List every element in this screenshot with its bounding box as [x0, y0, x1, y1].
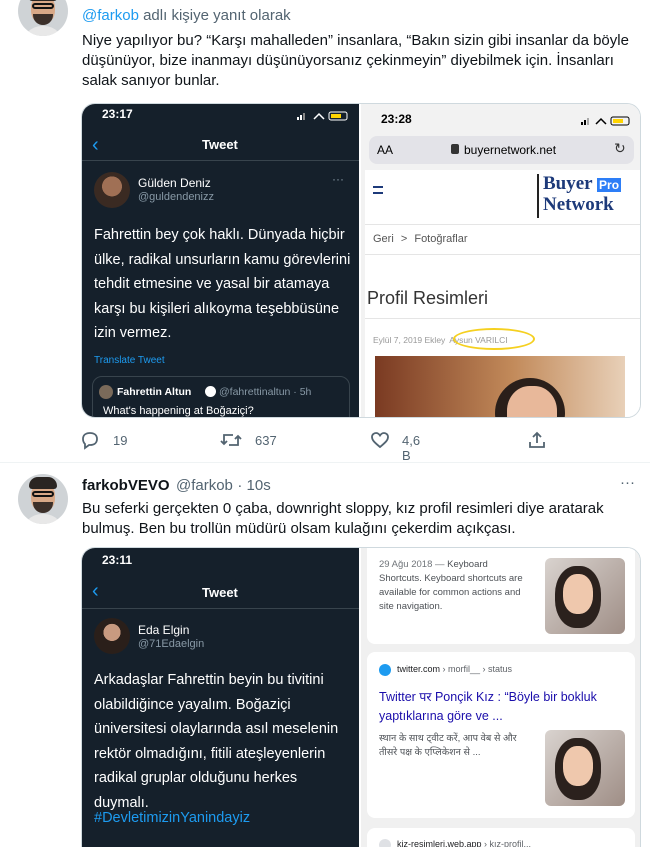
quote-text: What's happening at Boğaziçi?: [103, 405, 254, 417]
reply-context-text: adlı kişiye yanıt olarak: [143, 7, 291, 24]
verified-icon: [205, 386, 216, 397]
author-name: Eda Elgin: [138, 623, 190, 637]
breadcrumb: Geri > Fotoğraflar: [373, 233, 468, 245]
reply-mention-link[interactable]: @farkob: [82, 7, 139, 24]
author-avatar-icon: [94, 172, 130, 208]
more-options-icon[interactable]: ···: [620, 474, 635, 491]
breadcrumb-home[interactable]: Geri: [373, 233, 394, 245]
author-handle[interactable]: @farkob: [176, 477, 233, 494]
heart-icon: [371, 432, 389, 449]
screen-title: Tweet: [202, 585, 238, 600]
source-domain: kiz-resimleri.web.app: [397, 839, 482, 847]
status-time: 23:11: [102, 553, 133, 567]
quote-author-name: Fahrettin Altun: [117, 386, 192, 398]
result-source: kiz-resimleri.web.app › kız-profil...: [397, 839, 531, 847]
share-icon: [529, 431, 545, 448]
more-icon: ···: [332, 172, 344, 186]
reply-context: @farkob adlı kişiye yanıt olarak: [82, 7, 291, 24]
status-time: 23:28: [381, 112, 412, 126]
page-heading: Profil Resimleri: [367, 288, 489, 308]
avatar-farkob[interactable]: [18, 0, 68, 36]
like-count: 4,6 B: [402, 433, 421, 463]
status-icons: [581, 113, 633, 131]
tweet-actions: 19 637 4,6 B: [80, 430, 560, 463]
media-image-right[interactable]: 29 Ağu 2018 — Keyboard Shortcuts. Keyboa…: [361, 548, 640, 847]
screen-title: Tweet: [202, 137, 238, 152]
reply-button[interactable]: 19: [80, 430, 127, 455]
search-result-card: kiz-resimleri.web.app › kız-profil...: [367, 828, 635, 847]
result-body: Shortcuts. Keyboard shortcuts are availa…: [379, 573, 523, 612]
site-favicon-icon: [379, 839, 391, 847]
hamburger-icon[interactable]: [373, 186, 383, 194]
twitter-favicon-icon: [379, 664, 391, 676]
media-image-left[interactable]: 23:17 ‹ Tweet Gülden Deniz @guldendenizz…: [82, 104, 359, 417]
retweet-count: 637: [255, 433, 277, 448]
site-logo[interactable]: Buyer Pro Network: [537, 174, 632, 218]
quote-avatar-icon: [99, 385, 113, 399]
retweet-icon: [220, 434, 242, 446]
reply-count: 19: [113, 433, 128, 448]
quote-author-handle: @fahrettinaltun · 5h: [219, 386, 312, 398]
address-bar[interactable]: AA buyernetwork.net ↻: [369, 136, 634, 164]
highlight-circle: [453, 328, 535, 350]
lock-icon: [451, 144, 459, 154]
tweet-media-grid[interactable]: 23:11 ‹ Tweet Eda Elgin @71Edaelgin Arka…: [81, 547, 641, 847]
search-result-card: 29 Ağu 2018 — Keyboard Shortcuts. Keyboa…: [367, 548, 635, 644]
author-name: Gülden Deniz: [138, 176, 211, 190]
logo-pro: Pro: [597, 178, 622, 192]
source-path: › kız-profil...: [484, 839, 532, 847]
result-thumbnail: [545, 730, 625, 806]
search-result-card: twitter.com › morfil__ › status Twitter …: [367, 652, 635, 818]
source-domain: twitter.com: [397, 664, 441, 674]
author-handle: @guldendenizz: [138, 191, 214, 203]
quoted-tweet: Fahrettin Altun @fahrettinaltun · 5h Wha…: [92, 376, 350, 417]
screenshot-tweet-text: Fahrettin bey çok haklı. Dünyada hiçbir …: [94, 227, 351, 341]
reply-icon: [82, 432, 98, 450]
tweet-media-grid[interactable]: 23:17 ‹ Tweet Gülden Deniz @guldendenizz…: [81, 103, 641, 418]
breadcrumb-page[interactable]: Fotoğraflar: [414, 233, 467, 245]
tweet-divider: [0, 462, 650, 463]
tweet-time[interactable]: · 10s: [237, 477, 270, 494]
author-avatar-icon: [94, 618, 130, 654]
result-date: 29 Ağu 2018 —: [379, 559, 445, 570]
result-title-link[interactable]: Twitter पर Ponçik Kız : “Böyle bir boklu…: [379, 688, 629, 726]
translate-link: Translate Tweet: [94, 355, 165, 366]
result-thumbnail: [545, 558, 625, 634]
tweet-text: Niye yapılıyor bu? “Karşı mahalleden” in…: [82, 32, 629, 89]
text-size-button[interactable]: AA: [377, 143, 393, 157]
back-icon[interactable]: ‹: [92, 134, 99, 157]
media-image-right[interactable]: 23:28 AA buyernetwork.net ↻ Buyer Pro Ne…: [361, 104, 640, 417]
tweet-text: Bu seferki gerçekten 0 çaba, downright s…: [82, 500, 604, 537]
back-icon[interactable]: ‹: [92, 580, 99, 603]
author-name[interactable]: farkobVEVO: [82, 477, 170, 494]
tweet-header: farkobVEVO @farkob · 10s: [82, 477, 271, 495]
avatar-farkobvevo[interactable]: [18, 474, 68, 524]
url-text: buyernetwork.net: [464, 143, 557, 157]
status-icons: [297, 108, 352, 126]
profile-photo: [375, 356, 625, 417]
media-image-left[interactable]: 23:11 ‹ Tweet Eda Elgin @71Edaelgin Arka…: [82, 548, 359, 847]
post-date: Eylül 7, 2019 Ekley: [373, 335, 446, 345]
source-path: › morfil__ › status: [442, 664, 513, 674]
result-snippet: स्थान के साथ ट्वीट करें, आप वेब से और ती…: [379, 733, 517, 758]
logo-word-1: Buyer: [543, 173, 593, 194]
share-button[interactable]: [527, 430, 547, 455]
result-heading: Keyboard: [447, 559, 488, 570]
logo-word-2: Network: [543, 194, 614, 215]
author-handle: @71Edaelgin: [138, 638, 205, 650]
status-time: 23:17: [102, 107, 133, 121]
retweet-button[interactable]: 637: [220, 430, 277, 455]
site-page: Buyer Pro Network Geri > Fotoğraflar Pro…: [365, 170, 640, 417]
result-source: twitter.com › morfil__ › status: [397, 664, 512, 674]
screenshot-tweet-text: Arkadaşlar Fahrettin beyin bu tivitini o…: [94, 672, 339, 811]
reload-icon[interactable]: ↻: [614, 140, 626, 157]
breadcrumb-separator: >: [400, 233, 408, 245]
result-snippet: 29 Ağu 2018 — Keyboard Shortcuts. Keyboa…: [379, 558, 529, 614]
hashtag-link: #DevletimizinYanindayiz: [94, 810, 251, 826]
like-button[interactable]: 4,6 B: [370, 430, 420, 463]
